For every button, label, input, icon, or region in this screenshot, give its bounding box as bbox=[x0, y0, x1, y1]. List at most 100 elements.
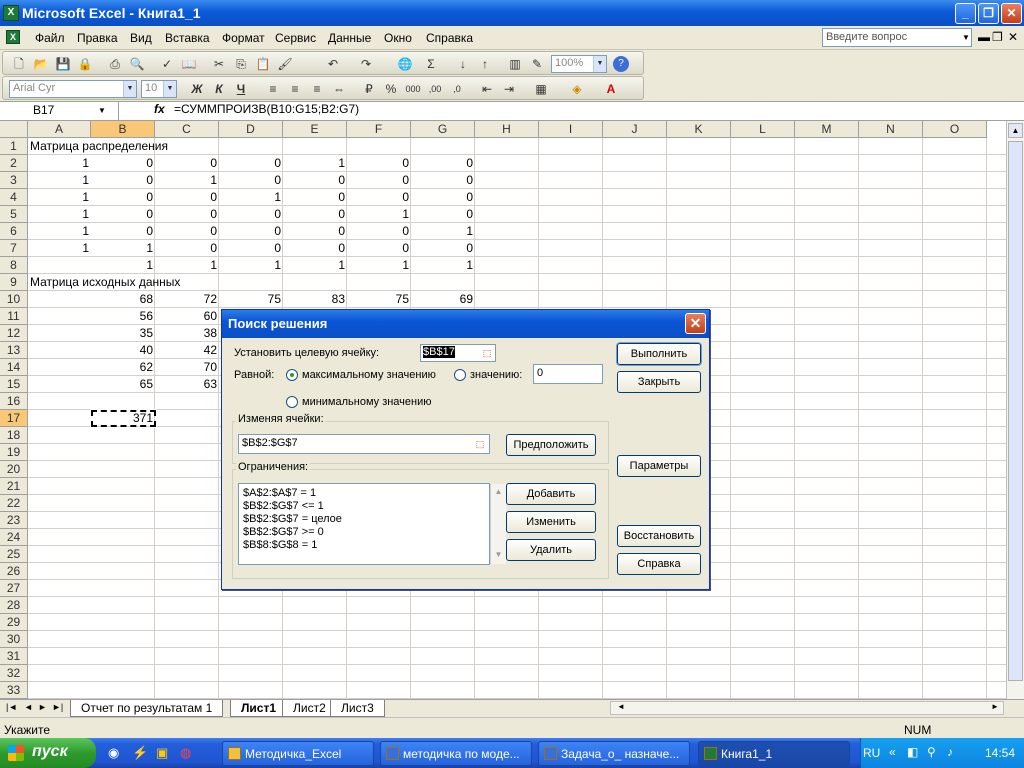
menu-help[interactable]: Справка bbox=[426, 31, 473, 45]
column-header[interactable]: G bbox=[411, 121, 475, 138]
column-header[interactable]: D bbox=[219, 121, 283, 138]
font-size-select[interactable]: 10 ▼ bbox=[141, 80, 177, 98]
cell[interactable]: 1 bbox=[219, 189, 283, 206]
column-header[interactable]: A bbox=[28, 121, 91, 138]
menu-edit[interactable]: Правка bbox=[77, 31, 118, 45]
row-header[interactable]: 28 bbox=[0, 597, 28, 614]
increase-decimal-icon[interactable]: ,00 bbox=[427, 81, 443, 97]
cell[interactable]: 0 bbox=[283, 206, 347, 223]
min-radio[interactable] bbox=[286, 396, 298, 408]
help-icon[interactable]: ? bbox=[613, 56, 629, 72]
row-header[interactable]: 12 bbox=[0, 325, 28, 342]
menu-window[interactable]: Окно bbox=[384, 31, 412, 45]
row-header[interactable]: 27 bbox=[0, 580, 28, 597]
tray-volume-icon[interactable]: ♪ bbox=[947, 745, 953, 759]
row-header[interactable]: 17 bbox=[0, 410, 28, 427]
cell[interactable]: 1 bbox=[28, 189, 91, 206]
first-sheet-icon[interactable]: |◄ bbox=[6, 702, 17, 712]
row-header[interactable]: 7 bbox=[0, 240, 28, 257]
cell[interactable]: 0 bbox=[91, 172, 155, 189]
constraints-scrollbar[interactable]: ▲ ▼ bbox=[490, 484, 506, 564]
cell[interactable]: 1 bbox=[155, 257, 219, 274]
row-header[interactable]: 20 bbox=[0, 461, 28, 478]
close-button[interactable]: ✕ bbox=[1001, 3, 1022, 24]
row-header[interactable]: 4 bbox=[0, 189, 28, 206]
font-size-dropdown-icon[interactable]: ▼ bbox=[163, 81, 176, 97]
row-header[interactable]: 18 bbox=[0, 427, 28, 444]
cell[interactable]: Матрица распределения bbox=[28, 138, 170, 155]
start-button[interactable]: пуск bbox=[0, 738, 96, 768]
cell[interactable]: 40 bbox=[91, 342, 155, 359]
row-header[interactable]: 33 bbox=[0, 682, 28, 699]
cell[interactable]: 0 bbox=[347, 172, 411, 189]
row-header[interactable]: 3 bbox=[0, 172, 28, 189]
chart-icon[interactable]: ▥ bbox=[507, 56, 523, 72]
column-header[interactable]: O bbox=[923, 121, 987, 138]
cell[interactable]: 0 bbox=[347, 189, 411, 206]
row-header[interactable]: 10 bbox=[0, 291, 28, 308]
row-header[interactable]: 8 bbox=[0, 257, 28, 274]
cell[interactable]: 1 bbox=[28, 223, 91, 240]
active-cell[interactable] bbox=[90, 409, 157, 428]
changing-cells-input[interactable]: $B$2:$G$7 bbox=[238, 434, 490, 454]
row-header[interactable]: 19 bbox=[0, 444, 28, 461]
row-header[interactable]: 31 bbox=[0, 648, 28, 665]
redo-icon[interactable]: ↷ bbox=[358, 56, 374, 72]
research-icon[interactable]: 📖 bbox=[181, 56, 197, 72]
zoom-dropdown-icon[interactable]: ▼ bbox=[593, 56, 606, 72]
row-header[interactable]: 11 bbox=[0, 308, 28, 325]
row-header[interactable]: 1 bbox=[0, 138, 28, 155]
hyperlink-icon[interactable]: 🌐 bbox=[397, 56, 413, 72]
row-header[interactable]: 9 bbox=[0, 274, 28, 291]
max-radio[interactable] bbox=[286, 369, 298, 381]
row-header[interactable]: 5 bbox=[0, 206, 28, 223]
cell[interactable]: 0 bbox=[347, 155, 411, 172]
cell[interactable]: 0 bbox=[219, 172, 283, 189]
row-header[interactable]: 24 bbox=[0, 529, 28, 546]
cell[interactable]: 1 bbox=[219, 257, 283, 274]
cell[interactable]: 0 bbox=[91, 206, 155, 223]
minimize-button[interactable]: _ bbox=[955, 3, 976, 24]
cell[interactable]: 1 bbox=[411, 257, 475, 274]
thousands-icon[interactable]: 000 bbox=[405, 81, 421, 97]
solve-button[interactable]: Выполнить bbox=[616, 342, 702, 366]
cell[interactable]: 83 bbox=[283, 291, 347, 308]
cell[interactable]: 42 bbox=[155, 342, 219, 359]
delete-button[interactable]: Удалить bbox=[506, 539, 596, 561]
task-kniga[interactable]: Книга1_1 bbox=[698, 741, 850, 766]
drawing-icon[interactable]: ✎ bbox=[529, 56, 545, 72]
formula-input[interactable]: =СУММПРОИЗВ(B10:G15;B2:G7) bbox=[174, 102, 359, 116]
cell[interactable]: 0 bbox=[155, 223, 219, 240]
undo-icon[interactable]: ↶ bbox=[325, 56, 341, 72]
autosum-icon[interactable]: Σ bbox=[423, 56, 439, 72]
cell[interactable]: 0 bbox=[155, 240, 219, 257]
cell[interactable]: 0 bbox=[411, 240, 475, 257]
tab-results-report[interactable]: Отчет по результатам 1 bbox=[70, 700, 224, 717]
cell[interactable]: 70 bbox=[155, 359, 219, 376]
cell[interactable]: 1 bbox=[28, 155, 91, 172]
row-header[interactable]: 14 bbox=[0, 359, 28, 376]
row-header[interactable]: 13 bbox=[0, 342, 28, 359]
column-header[interactable]: E bbox=[283, 121, 347, 138]
font-select[interactable]: Arial Cyr ▼ bbox=[9, 80, 137, 98]
scroll-thumb[interactable] bbox=[1008, 141, 1023, 681]
cell[interactable]: 0 bbox=[283, 189, 347, 206]
open-icon[interactable]: 📂 bbox=[33, 56, 49, 72]
cell[interactable]: 65 bbox=[91, 376, 155, 393]
cell[interactable]: 0 bbox=[155, 189, 219, 206]
cell[interactable]: 1 bbox=[91, 257, 155, 274]
cell[interactable]: 0 bbox=[283, 172, 347, 189]
tray-app-icon[interactable]: ◧ bbox=[907, 745, 918, 759]
cell[interactable]: 35 bbox=[91, 325, 155, 342]
cell[interactable]: 1 bbox=[28, 240, 91, 257]
paste-icon[interactable]: 📋 bbox=[255, 56, 271, 72]
menu-view[interactable]: Вид bbox=[130, 31, 152, 45]
column-header[interactable]: F bbox=[347, 121, 411, 138]
cell[interactable]: 0 bbox=[91, 155, 155, 172]
cell[interactable]: 1 bbox=[347, 257, 411, 274]
last-sheet-icon[interactable]: ►| bbox=[52, 702, 63, 712]
cut-icon[interactable]: ✂ bbox=[211, 56, 227, 72]
doc-close-icon[interactable]: ✕ bbox=[1008, 30, 1018, 44]
tray-arrow-icon[interactable]: « bbox=[889, 745, 896, 759]
row-header[interactable]: 15 bbox=[0, 376, 28, 393]
